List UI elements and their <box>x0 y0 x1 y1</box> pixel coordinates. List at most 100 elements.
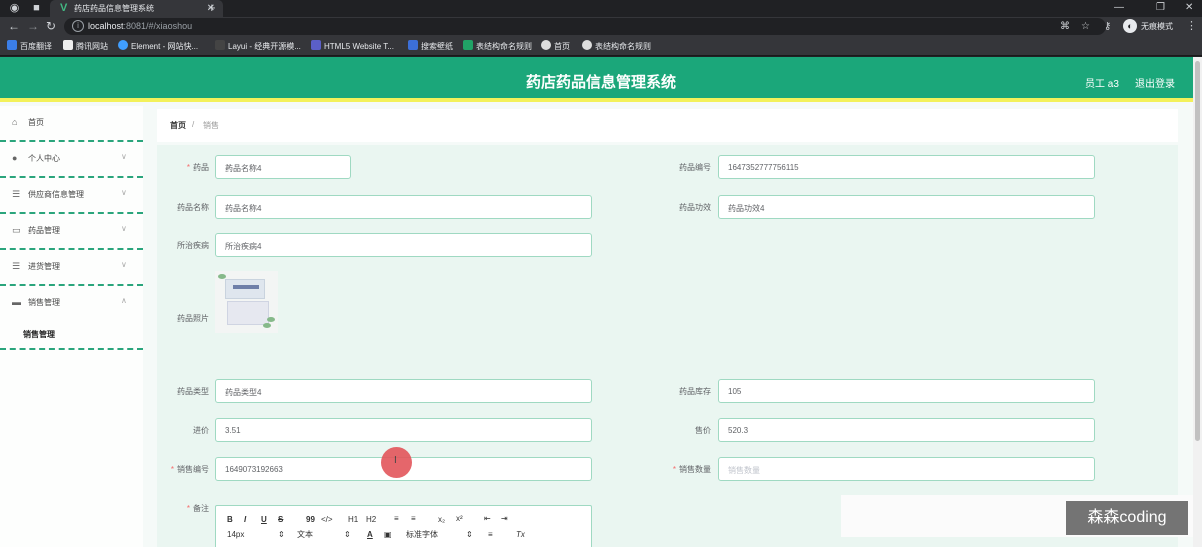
indent-button[interactable]: ⇥ <box>501 514 508 524</box>
clear-format-button[interactable]: Tx <box>516 530 525 540</box>
outdent-button[interactable]: ⇤ <box>484 514 491 524</box>
layui-icon <box>215 40 225 50</box>
sidebar-item-profile[interactable]: ● 个人中心 ∨ <box>0 142 143 178</box>
sidebar-subitem-sales-management[interactable]: 销售管理 <box>0 316 143 350</box>
font-color-icon[interactable]: A <box>367 530 373 540</box>
restore-icon[interactable]: ❐ <box>1156 1 1165 15</box>
drug-photo[interactable] <box>215 271 278 333</box>
purchase-price-field[interactable]: 3.51 <box>215 418 592 442</box>
watermark: 森森coding <box>1066 501 1188 535</box>
text-style-select[interactable]: 文本 <box>297 530 313 540</box>
page-scrollbar[interactable] <box>1193 57 1202 547</box>
drug-effect-field[interactable]: 药品功效4 <box>718 195 1095 219</box>
bold-button[interactable]: B <box>227 515 233 525</box>
bookmark-item[interactable]: 搜索壁纸 <box>408 40 453 52</box>
sort-icon: ⇕ <box>344 530 351 539</box>
breadcrumb-home[interactable]: 首页 <box>170 120 186 131</box>
key-icon[interactable]: ⚷ <box>1104 19 1111 34</box>
h2-button[interactable]: H2 <box>366 515 376 525</box>
new-tab-icon[interactable]: + <box>208 1 216 15</box>
drug-code-value: 1647352777756115 <box>728 163 799 172</box>
underline-button[interactable]: U <box>261 515 267 525</box>
h1-button[interactable]: H1 <box>348 515 358 525</box>
reload-icon[interactable]: ↻ <box>46 19 56 34</box>
font-family-select[interactable]: 标准字体 <box>406 530 438 540</box>
stock-field[interactable]: 105 <box>718 379 1095 403</box>
user-icon: ● <box>12 153 18 163</box>
purchase-price-label: 进价 <box>193 426 209 435</box>
remark-editor[interactable]: B I U S 99 </> H1 H2 ≡ ≡ x₂ x² ⇤ ⇥ 14px … <box>215 505 592 547</box>
drug-type-field[interactable]: 药品类型4 <box>215 379 592 403</box>
tab-overview-icon[interactable]: ■ <box>30 2 43 15</box>
chevron-down-icon: ∨ <box>121 224 127 233</box>
sale-qty-label: * 销售数量 <box>672 465 711 474</box>
card-icon: ▬ <box>12 297 21 307</box>
chevron-down-icon: ∨ <box>121 188 127 197</box>
bookmark-item[interactable]: Element - 网站快... <box>118 40 198 52</box>
close-window-icon[interactable]: ✕ <box>1185 1 1193 15</box>
subscript-button[interactable]: x₂ <box>438 515 445 525</box>
ordered-list-button[interactable]: ≡ <box>394 514 399 524</box>
bookmark-item[interactable]: 百度翻译 <box>7 40 52 52</box>
address-bar[interactable]: i localhost:8081/#/xiaoshou ⌘ ☆ <box>64 18 1106 35</box>
app-page: 药店药品信息管理系统 员工 a3 退出登录 ⌂ 首页 ● 个人中心 ∨ ☰ 供应… <box>0 57 1202 547</box>
breadcrumb: 首页 / 销售 <box>157 109 1178 142</box>
italic-button[interactable]: I <box>244 515 246 525</box>
flag-icon <box>63 40 73 50</box>
bookmark-item[interactable]: 表结构命名规则 <box>463 40 532 52</box>
drug-name-field[interactable]: 药品名称4 <box>215 195 592 219</box>
chat-icon: ▭ <box>12 225 21 235</box>
font-size-select[interactable]: 14px <box>227 530 244 540</box>
strike-button[interactable]: S <box>278 515 283 525</box>
site-info-icon[interactable]: i <box>72 20 84 32</box>
more-menu-icon[interactable]: ⋮ <box>1186 19 1197 33</box>
sale-qty-input[interactable]: 销售数量 <box>718 457 1095 481</box>
drug-select[interactable]: 药品名称4 ∨ <box>215 155 351 179</box>
drug-code-field[interactable]: 1647352777756115 <box>718 155 1095 179</box>
bookmark-item[interactable]: HTML5 Website T... <box>311 40 394 52</box>
sidebar-item-label: 首页 <box>28 118 44 127</box>
sidebar: ⌂ 首页 ● 个人中心 ∨ ☰ 供应商信息管理 ∨ ▭ 药品管理 ∨ ☰ 进货管… <box>0 106 143 547</box>
bookmarks-bar: 百度翻译 腾讯网站 Element - 网站快... Layui - 经典开源模… <box>0 36 1202 56</box>
globe-icon <box>582 40 592 50</box>
translate-icon[interactable]: ⌘ <box>1060 20 1070 33</box>
sidebar-item-supplier[interactable]: ☰ 供应商信息管理 ∨ <box>0 178 143 214</box>
scrollbar-thumb[interactable] <box>1195 61 1200 441</box>
forward-icon[interactable]: → <box>27 19 39 34</box>
url-text: localhost:8081/#/xiaoshou <box>88 21 193 31</box>
profile-label: 无痕模式 <box>1141 22 1173 31</box>
drug-type-label: 药品类型 <box>177 387 209 396</box>
disease-field[interactable]: 所治疾病4 <box>215 233 592 257</box>
globe-icon <box>541 40 551 50</box>
sidebar-item-label: 进货管理 <box>28 262 60 271</box>
image-label: 药品照片 <box>177 314 209 323</box>
sale-price-field[interactable]: 520.3 <box>718 418 1095 442</box>
remark-label: * 备注 <box>186 504 209 513</box>
sale-price-value: 520.3 <box>728 426 749 435</box>
chevron-down-icon: ∨ <box>121 152 127 161</box>
quote-button[interactable]: 99 <box>306 515 315 525</box>
align-icon[interactable]: ≡ <box>488 530 493 540</box>
logout-link[interactable]: 退出登录 <box>1135 75 1175 90</box>
minimize-icon[interactable]: — <box>1114 1 1124 15</box>
background-color-icon[interactable]: ▣ <box>384 530 392 540</box>
sidebar-item-purchase[interactable]: ☰ 进货管理 ∨ <box>0 250 143 286</box>
bookmark-star-icon[interactable]: ☆ <box>1081 20 1090 33</box>
bookmark-item[interactable]: 表结构命名规则 <box>582 40 651 52</box>
code-button[interactable]: </> <box>321 515 333 525</box>
sheet-icon <box>463 40 473 50</box>
superscript-button[interactable]: x² <box>456 514 463 524</box>
browser-tab[interactable]: V 药店药品信息管理系统 ✕ <box>50 0 223 17</box>
bookmark-item[interactable]: Layui - 经典开源模... <box>215 40 301 52</box>
sidebar-item-home[interactable]: ⌂ 首页 <box>0 106 143 142</box>
bookmark-item[interactable]: 腾讯网站 <box>63 40 108 52</box>
back-icon[interactable]: ← <box>8 19 20 34</box>
breadcrumb-current: 销售 <box>203 121 219 130</box>
sidebar-item-drugs[interactable]: ▭ 药品管理 ∨ <box>0 214 143 250</box>
sidebar-item-label: 销售管理 <box>28 298 60 307</box>
chrome-menu-icon[interactable]: ◉ <box>8 2 21 15</box>
drug-name-value: 药品名称4 <box>225 204 262 213</box>
bullet-list-button[interactable]: ≡ <box>411 514 416 524</box>
bookmark-item[interactable]: 首页 <box>541 40 570 52</box>
chevron-down-icon: ∨ <box>225 162 231 171</box>
